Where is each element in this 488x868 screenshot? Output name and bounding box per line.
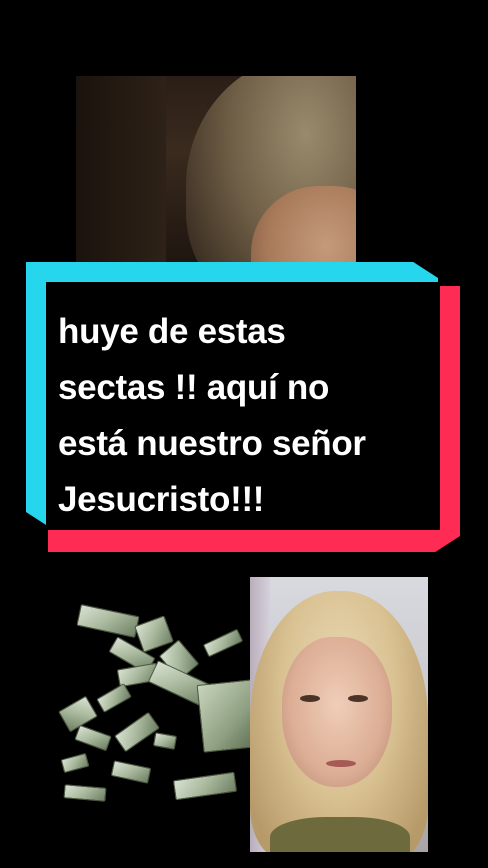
caption-line-4: Jesucristo!!!	[58, 480, 265, 519]
caption-line-1: huye de estas	[58, 312, 286, 351]
woman-webcam-feed	[250, 577, 428, 852]
falling-money-graphic	[54, 604, 260, 816]
still-background	[76, 76, 166, 262]
woman-mouth	[326, 760, 356, 767]
caption-line-2: sectas !! aquí no	[58, 368, 330, 407]
woman-shirt	[270, 817, 410, 852]
woman-left-eye	[300, 695, 320, 702]
money-bill	[110, 760, 152, 784]
money-bill	[114, 711, 160, 753]
video-frame: huye de estas sectas !! aquí no está nue…	[0, 0, 488, 868]
money-bill	[202, 628, 244, 658]
money-bill	[74, 724, 112, 752]
money-bill	[96, 683, 132, 713]
money-bill	[76, 604, 140, 638]
caption-box: huye de estas sectas !! aquí no está nue…	[46, 282, 440, 530]
money-bill	[172, 771, 238, 801]
woman-right-eye	[348, 695, 368, 702]
caption-banner: huye de estas sectas !! aquí no está nue…	[26, 262, 460, 552]
caption-line-3: está nuestro señor	[58, 424, 366, 463]
man-video-still	[76, 76, 356, 262]
money-bill	[60, 752, 90, 774]
money-bill	[152, 732, 178, 750]
money-bill	[63, 784, 107, 802]
